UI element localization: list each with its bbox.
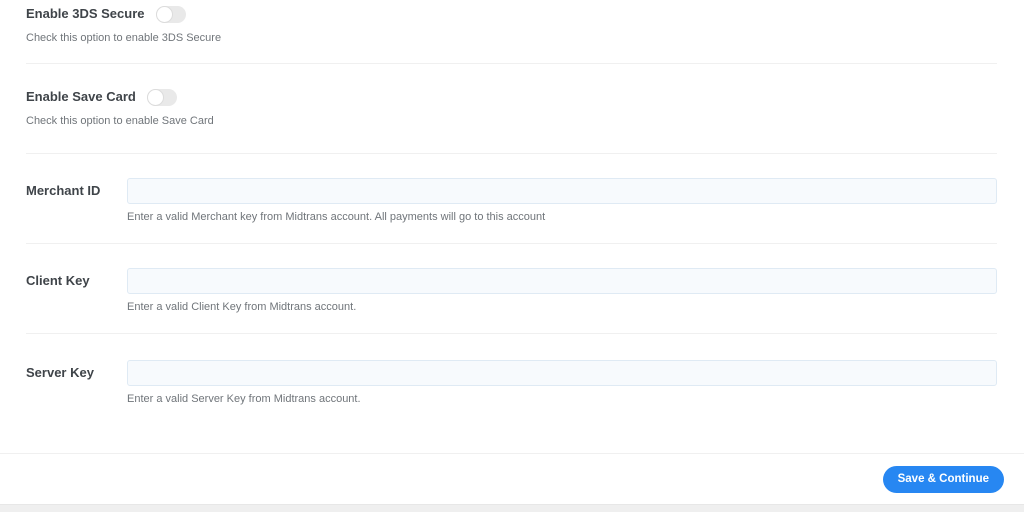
toggle-knob-icon	[147, 89, 164, 106]
section-enable-save-card: Enable Save Card Check this option to en…	[26, 64, 997, 154]
section-client-key: Client Key Enter a valid Client Key from…	[26, 244, 997, 334]
merchant-id-label: Merchant ID	[26, 178, 127, 198]
server-key-help: Enter a valid Server Key from Midtrans a…	[127, 393, 997, 405]
server-key-input[interactable]	[127, 360, 997, 386]
server-key-label: Server Key	[26, 360, 127, 380]
section-enable-3ds-secure: Enable 3DS Secure Check this option to e…	[26, 0, 997, 64]
enable-3ds-secure-help: Check this option to enable 3DS Secure	[26, 32, 997, 44]
enable-save-card-help: Check this option to enable Save Card	[26, 115, 997, 127]
section-merchant-id: Merchant ID Enter a valid Merchant key f…	[26, 154, 997, 244]
enable-save-card-toggle[interactable]	[147, 89, 177, 106]
enable-save-card-label: Enable Save Card	[26, 88, 136, 106]
settings-form: Enable 3DS Secure Check this option to e…	[0, 0, 1024, 512]
client-key-input[interactable]	[127, 268, 997, 294]
save-continue-button[interactable]: Save & Continue	[883, 466, 1004, 493]
merchant-id-help: Enter a valid Merchant key from Midtrans…	[127, 211, 997, 223]
enable-3ds-secure-label: Enable 3DS Secure	[26, 5, 145, 23]
merchant-id-input[interactable]	[127, 178, 997, 204]
section-server-key: Server Key Enter a valid Server Key from…	[26, 334, 997, 453]
form-actions: Save & Continue	[0, 454, 1024, 504]
toggle-knob-icon	[156, 6, 173, 23]
enable-3ds-secure-toggle[interactable]	[156, 6, 186, 23]
client-key-label: Client Key	[26, 268, 127, 288]
page-footer-strip	[0, 504, 1024, 512]
client-key-help: Enter a valid Client Key from Midtrans a…	[127, 301, 997, 313]
